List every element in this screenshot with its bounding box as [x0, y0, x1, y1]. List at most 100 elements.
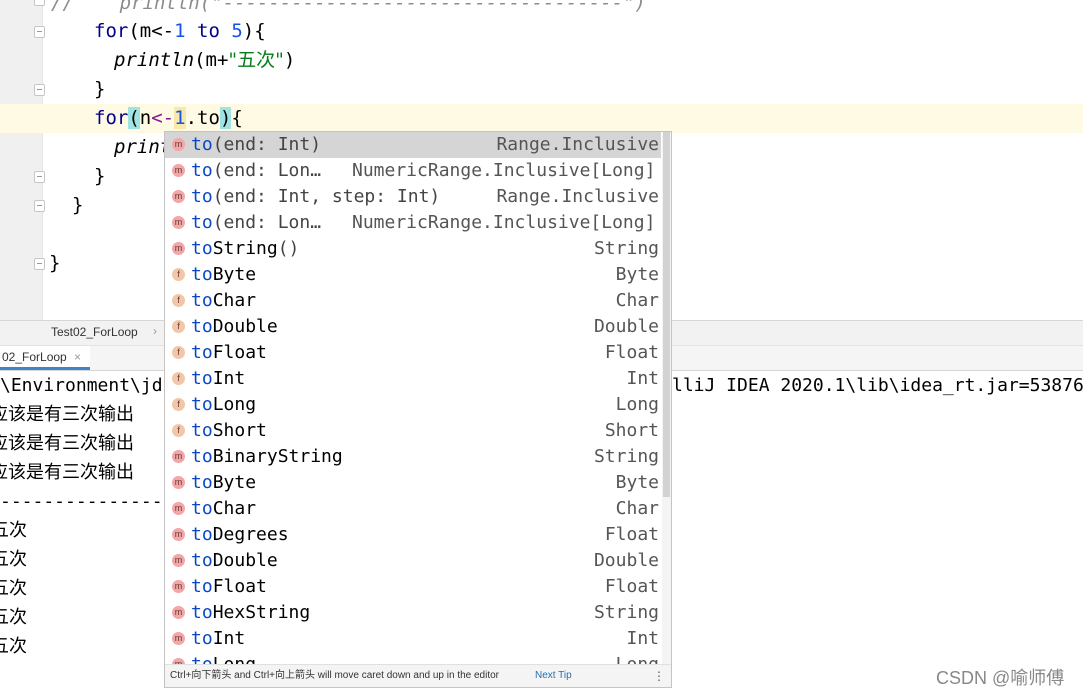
code-line-println: println(m+"五次") — [114, 49, 296, 71]
completion-item[interactable]: m to(end: Int, step: Int) Range.Inclusive — [165, 184, 661, 210]
completion-item-name: toShort — [191, 420, 267, 441]
code-line-comment: // println("----------------------------… — [51, 0, 646, 14]
more-options-icon[interactable]: ⋮ — [653, 665, 665, 687]
completion-item[interactable]: f toDouble Double — [165, 314, 661, 340]
completion-item[interactable]: m to(end: Int) Range.Inclusive — [165, 132, 661, 158]
run-tab-label: 02_ForLoop — [2, 350, 67, 364]
completion-item-name: toByte — [191, 472, 257, 493]
field-icon: f — [172, 294, 185, 307]
completion-item-type: NumericRange.Inclusive[Long] — [352, 160, 656, 181]
method-icon: m — [172, 242, 185, 255]
field-icon: f — [172, 398, 185, 411]
editor-gutter — [0, 0, 42, 320]
completion-item-name: toFloat — [191, 342, 267, 363]
completion-item-name: toChar — [191, 498, 257, 519]
completion-item[interactable]: f toInt Int — [165, 366, 661, 392]
run-tab[interactable]: 02_ForLoop × — [0, 346, 90, 370]
completion-item[interactable]: f toByte Byte — [165, 262, 661, 288]
field-icon: f — [172, 346, 185, 359]
completion-item-name: toInt — [191, 368, 246, 389]
completion-item[interactable]: m toInt Int — [165, 626, 661, 652]
code-line-close-brace: } — [94, 165, 106, 187]
completion-hint: Ctrl+向下箭头 and Ctrl+向上箭头 will move caret … — [170, 670, 500, 681]
completion-item-name: to(end: Lon… — [191, 160, 322, 181]
completion-item-name: toHexString — [191, 602, 311, 623]
completion-item-type: Byte — [615, 472, 659, 493]
completion-item-type: Char — [615, 290, 659, 311]
completion-footer: Ctrl+向下箭头 and Ctrl+向上箭头 will move caret … — [165, 664, 671, 687]
method-icon: m — [172, 476, 185, 489]
completion-item[interactable]: f toLong Long — [165, 392, 661, 418]
completion-scrollbar[interactable] — [662, 132, 671, 665]
scrollbar-thumb[interactable] — [663, 132, 670, 497]
completion-item-type: String — [593, 446, 659, 467]
code-line-for-n: for(n<-1.to){ — [94, 107, 243, 129]
completion-item[interactable]: m toByte Byte — [165, 470, 661, 496]
completion-item[interactable]: m toDouble Double — [165, 548, 661, 574]
console-line: 五次 — [0, 549, 27, 570]
completion-item-name: toChar — [191, 290, 257, 311]
completion-item[interactable]: m toChar Char — [165, 496, 661, 522]
console-command-line: \Environment\jd — [0, 375, 163, 396]
method-icon: m — [172, 580, 185, 593]
method-icon: m — [172, 190, 185, 203]
completion-item[interactable]: m toHexString String — [165, 600, 661, 626]
completion-item-name: toLong — [191, 394, 257, 415]
completion-item[interactable]: m toFloat Float — [165, 574, 661, 600]
completion-item-name: toFloat — [191, 576, 267, 597]
code-line-close-brace: } — [72, 194, 84, 216]
completion-item-name: toDouble — [191, 550, 278, 571]
completion-item[interactable]: f toFloat Float — [165, 340, 661, 366]
completion-item-type: String — [593, 602, 659, 623]
completion-item-type: Float — [604, 576, 659, 597]
field-icon: f — [172, 268, 185, 281]
method-icon: m — [172, 554, 185, 567]
file-tab[interactable]: Test02_ForLoop — [51, 325, 138, 339]
watermark: CSDN @喻师傅 — [936, 668, 1065, 688]
code-line-print-partial: print — [114, 136, 172, 158]
completion-item[interactable]: m to(end: Lon… NumericRange.Inclusive[Long… — [165, 158, 661, 184]
completion-item[interactable]: m toDegrees Float — [165, 522, 661, 548]
console-command-line-tail: lliJ IDEA 2020.1\lib\idea_rt.jar=53876 — [672, 375, 1083, 396]
completion-item[interactable]: m toString() String — [165, 236, 661, 262]
field-icon: f — [172, 424, 185, 437]
method-icon: m — [172, 502, 185, 515]
method-icon: m — [172, 216, 185, 229]
method-icon: m — [172, 632, 185, 645]
completion-item-type: Float — [604, 342, 659, 363]
completion-item-type: Char — [615, 498, 659, 519]
completion-list[interactable]: m to(end: Int) Range.Inclusive m to(end: Lon… — [165, 132, 661, 665]
completion-item[interactable]: f toShort Short — [165, 418, 661, 444]
completion-item-type: Short — [604, 420, 659, 441]
completion-item-type: NumericRange.Inclusive[Long] — [352, 212, 656, 233]
completion-item-type: Int — [626, 628, 659, 649]
next-tip-link[interactable]: Next Tip — [535, 665, 572, 687]
field-icon: f — [172, 320, 185, 333]
console-line: 五次 — [0, 607, 27, 628]
method-icon: m — [172, 528, 185, 541]
completion-item[interactable]: m to(end: Lon… NumericRange.Inclusive[Long… — [165, 210, 661, 236]
console-separator-line: ----------------- — [0, 491, 185, 512]
console-line: 五次 — [0, 520, 27, 541]
completion-item-type: Float — [604, 524, 659, 545]
breadcrumb-separator-icon: › — [153, 324, 157, 338]
code-line-close-brace: } — [49, 252, 61, 274]
completion-item-name: toBinaryString — [191, 446, 343, 467]
completion-item-type: Range.Inclusive — [496, 186, 659, 207]
method-icon: m — [172, 138, 185, 151]
code-completion-popup[interactable]: m to(end: Int) Range.Inclusive m to(end: Lon… — [164, 131, 672, 688]
completion-item[interactable]: m toBinaryString String — [165, 444, 661, 470]
completion-item-type: Int — [626, 368, 659, 389]
completion-item-name: to(end: Lon… — [191, 212, 322, 233]
completion-item-type: Long — [615, 394, 659, 415]
method-icon: m — [172, 450, 185, 463]
completion-item-type: Double — [593, 550, 659, 571]
console-line: 应该是有三次输出 — [0, 404, 134, 425]
completion-item-type: Byte — [615, 264, 659, 285]
completion-item-name: toDegrees — [191, 524, 289, 545]
close-icon[interactable]: × — [74, 350, 81, 364]
completion-item-type: String — [593, 238, 659, 259]
completion-item-name: toDouble — [191, 316, 278, 337]
completion-item[interactable]: f toChar Char — [165, 288, 661, 314]
completion-item-type: Double — [593, 316, 659, 337]
